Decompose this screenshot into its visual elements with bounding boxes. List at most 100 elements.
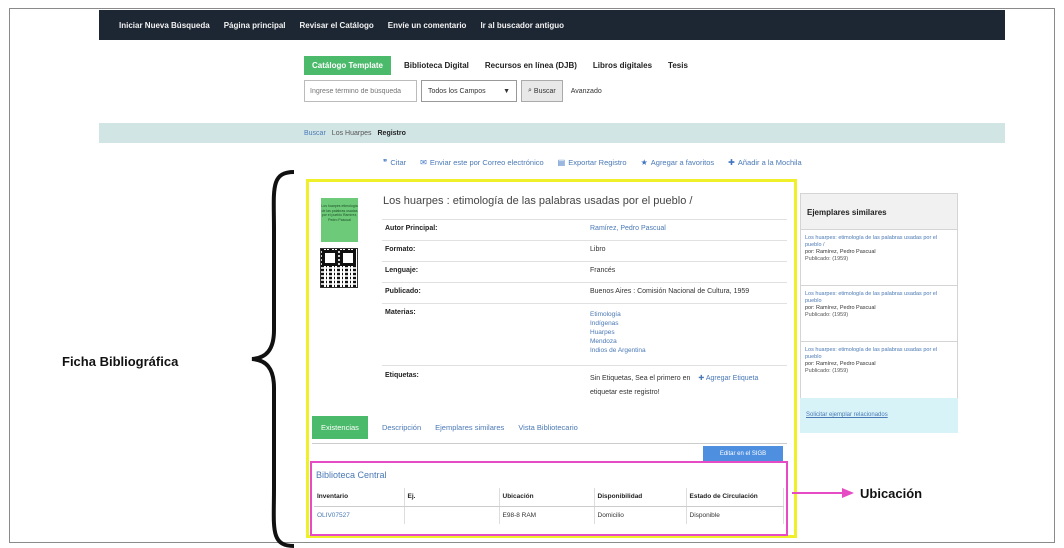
- export-button[interactable]: ▤ Exportar Registro: [558, 158, 627, 167]
- search-input[interactable]: [304, 80, 417, 102]
- tab-staff-view[interactable]: Vista Bibliotecario: [518, 423, 577, 432]
- arrow-right-icon: [792, 488, 854, 498]
- mail-icon: ✉: [420, 158, 427, 167]
- holdings-header: Inventario: [314, 488, 405, 507]
- nav-feedback[interactable]: Envíe un comentario: [388, 21, 467, 30]
- add-tag-link[interactable]: ✚ Agregar Etiqueta: [698, 375, 758, 382]
- subject-link[interactable]: Mendoza: [590, 337, 784, 346]
- nav-home[interactable]: Página principal: [224, 21, 286, 30]
- author-label: Autor Principal:: [382, 219, 587, 241]
- list-item: Los huarpes: etimología de las palabras …: [801, 230, 957, 286]
- author-link[interactable]: Ramírez, Pedro Pascual: [590, 225, 666, 232]
- record-actions: ❞ Citar ✉ Enviar este por Correo electróni…: [383, 158, 802, 167]
- holdings-header: Ej.: [404, 488, 500, 507]
- advanced-search-link[interactable]: Avanzado: [571, 88, 602, 95]
- list-item: Los huarpes: etimología de las palabras …: [801, 286, 957, 342]
- similar-item-title[interactable]: Los huarpes: etimología de las palabras …: [805, 235, 953, 249]
- export-icon: ▤: [557, 158, 566, 167]
- tab-digital-books[interactable]: Libros digitales: [590, 57, 655, 74]
- similar-item-title[interactable]: Los huarpes: etimología de las palabras …: [805, 291, 953, 305]
- ubicacion-annotation-label: Ubicación: [860, 486, 923, 501]
- nav-old-search[interactable]: Ir al buscador antiguo: [480, 21, 564, 30]
- library-name[interactable]: Biblioteca Central: [316, 470, 387, 480]
- favorite-label: Agregar a favoritos: [650, 158, 715, 167]
- tab-digital-library[interactable]: Biblioteca Digital: [401, 57, 472, 74]
- similar-item-author: por: Ramírez, Pedro Pascual: [805, 305, 876, 311]
- similar-items-panel: Ejemplares similares Los huarpes: etimol…: [800, 193, 958, 433]
- field-select[interactable]: Todos los Campos ▼: [421, 80, 517, 102]
- catalog-tabs: Catálogo Template Biblioteca Digital Rec…: [304, 56, 691, 75]
- record-details: Autor Principal: Ramírez, Pedro Pascual …: [382, 219, 787, 406]
- star-icon: ★: [640, 158, 648, 167]
- similar-item-title[interactable]: Los huarpes: etimología de las palabras …: [805, 347, 953, 361]
- similar-items-heading: Ejemplares similares: [801, 194, 957, 230]
- tab-theses[interactable]: Tesis: [665, 57, 691, 74]
- cite-button[interactable]: ❞ Citar: [383, 158, 406, 167]
- language-label: Lenguaje:: [382, 261, 587, 283]
- format-label: Formato:: [382, 240, 587, 262]
- tags-text-2: etiquetar este registro!: [590, 389, 660, 396]
- format-value: Libro: [587, 240, 787, 262]
- tab-holdings[interactable]: Existencias: [312, 416, 368, 439]
- field-select-value: Todos los Campos: [428, 87, 486, 95]
- subject-link[interactable]: Etimología: [590, 310, 784, 319]
- breadcrumb-title[interactable]: Los Huarpes: [332, 130, 372, 137]
- book-cover[interactable]: Los huarpes etimología de las palabras u…: [321, 198, 358, 242]
- nav-browse-catalog[interactable]: Revisar el Catálogo: [300, 21, 374, 30]
- search-icon: ⌕: [528, 87, 532, 94]
- subject-link[interactable]: Indios de Argentina: [590, 346, 784, 355]
- status-cell: Disponible: [686, 506, 784, 524]
- holdings-header: Estado de Circulación: [686, 488, 784, 507]
- top-nav: Iniciar Nueva Búsqueda Página principal …: [99, 10, 1005, 40]
- holdings-header: Ubicación: [499, 488, 595, 507]
- tab-catalog-template[interactable]: Catálogo Template: [304, 56, 391, 75]
- tags-text: Sin Etiquetas, Sea el primero en: [590, 375, 691, 382]
- published-value: Buenos Aires : Comisión Nacional de Cult…: [587, 282, 787, 304]
- similar-item-published: Publicado: (1959): [805, 256, 849, 262]
- copy-cell: [404, 506, 500, 524]
- subjects-label: Materias:: [382, 303, 587, 366]
- breadcrumb-search[interactable]: Buscar: [304, 130, 326, 137]
- tabs-divider: [312, 443, 787, 444]
- tab-online-resources[interactable]: Recursos en línea (DJB): [482, 57, 580, 74]
- tags-label: Etiquetas:: [382, 365, 587, 406]
- nav-new-search[interactable]: Iniciar Nueva Búsqueda: [119, 21, 210, 30]
- tab-description[interactable]: Descripción: [382, 423, 421, 432]
- search-button-label: Buscar: [533, 87, 556, 95]
- similar-item-published: Publicado: (1959): [805, 312, 849, 318]
- subject-link[interactable]: Indígenas: [590, 319, 784, 328]
- list-item: Los huarpes: etimología de las palabras …: [801, 342, 957, 398]
- search-bar: Todos los Campos ▼ ⌕ Buscar Avanzado: [304, 80, 602, 102]
- plus-icon: ✚: [728, 158, 735, 167]
- breadcrumb-current: Registro: [377, 129, 406, 137]
- search-button[interactable]: ⌕ Buscar: [521, 80, 563, 102]
- table-row: OLIV07527 E98-8 RAM Domicilio Disponible: [314, 506, 784, 524]
- bookbag-label: Añadir a la Mochila: [737, 158, 802, 167]
- chevron-down-icon: ▼: [503, 87, 510, 95]
- tab-similar-items[interactable]: Ejemplares similares: [435, 423, 504, 432]
- holdings-header: Disponibilidad: [594, 488, 687, 507]
- quote-icon: ❞: [383, 158, 388, 167]
- similar-items-footer-link[interactable]: Solicitar ejemplar relacionados: [800, 398, 958, 433]
- similar-item-published: Publicado: (1959): [805, 368, 849, 374]
- email-label: Enviar este por Correo electrónico: [429, 158, 544, 167]
- export-label: Exportar Registro: [568, 158, 627, 167]
- inventory-link[interactable]: OLIV07527: [317, 512, 350, 519]
- subject-link[interactable]: Huarpes: [590, 328, 784, 337]
- record-tabs: Existencias Descripción Ejemplares simil…: [312, 416, 578, 439]
- availability-cell: Domicilio: [594, 506, 687, 524]
- similar-item-author: por: Ramírez, Pedro Pascual: [805, 361, 876, 367]
- holdings-table: Inventario Ej. Ubicación Disponibilidad …: [314, 488, 784, 524]
- favorite-button[interactable]: ★ Agregar a favoritos: [641, 158, 715, 167]
- qr-code-icon: [320, 248, 358, 288]
- bookbag-button[interactable]: ✚ Añadir a la Mochila: [728, 158, 802, 167]
- email-button[interactable]: ✉ Enviar este por Correo electrónico: [420, 158, 544, 167]
- record-title: Los huarpes : etimología de las palabras…: [383, 195, 693, 207]
- language-value: Francés: [587, 261, 787, 283]
- edit-in-ils-button[interactable]: Editar en el SIGB: [703, 446, 783, 461]
- ficha-annotation-label: Ficha Bibliográfica: [62, 354, 179, 369]
- subjects-list: Etimología Indígenas Huarpes Mendoza Ind…: [587, 303, 787, 366]
- curly-brace-icon: [251, 170, 295, 548]
- cover-text: Los huarpes etimología de las palabras u…: [321, 204, 358, 222]
- cite-label: Citar: [390, 158, 407, 167]
